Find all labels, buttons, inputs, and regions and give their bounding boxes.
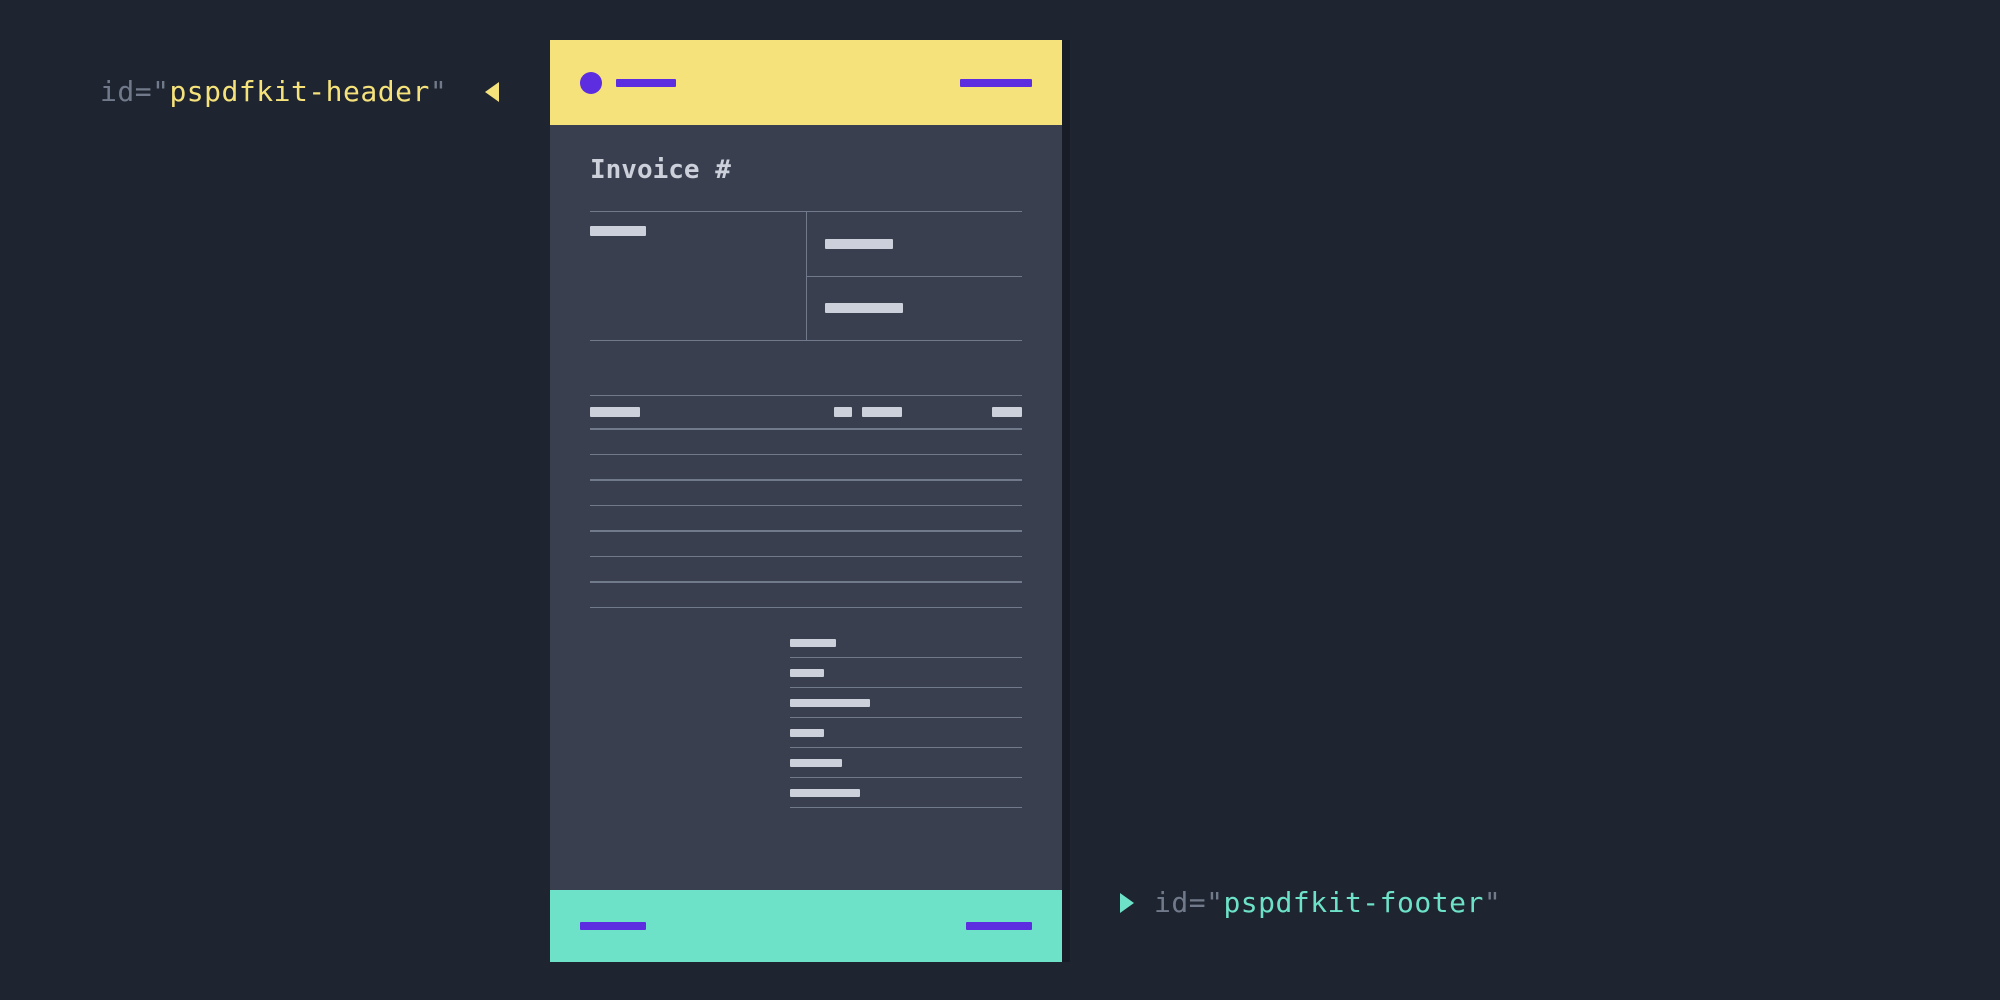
text-placeholder <box>834 407 852 417</box>
text-placeholder <box>790 789 860 797</box>
attr-key: id <box>100 75 135 108</box>
row-divider <box>590 607 1022 609</box>
row-divider <box>590 428 1022 430</box>
summary-row <box>790 778 1022 808</box>
summary-row <box>790 658 1022 688</box>
meta-left-cell <box>590 212 806 340</box>
arrow-right-icon <box>1120 893 1134 913</box>
row-divider <box>590 454 1022 456</box>
quote-open: " <box>152 75 169 108</box>
text-placeholder <box>992 407 1022 417</box>
line-items-table <box>590 395 1022 808</box>
equals-sign: = <box>1189 886 1206 919</box>
quote-close: " <box>1484 886 1501 919</box>
invoice-meta-block <box>590 211 1022 341</box>
meta-cell <box>807 212 1023 276</box>
text-placeholder <box>862 407 902 417</box>
logo-dot-icon <box>580 72 602 94</box>
meta-right-column <box>806 212 1023 340</box>
text-placeholder <box>825 239 893 249</box>
header-id-annotation: id="pspdfkit-header" <box>100 75 499 108</box>
document-body: Invoice # <box>550 125 1062 890</box>
text-placeholder <box>825 303 903 313</box>
meta-cell <box>807 276 1023 341</box>
summary-row <box>790 748 1022 778</box>
invoice-document: Invoice # <box>550 40 1070 962</box>
text-placeholder <box>790 729 824 737</box>
footer-id-annotation: id="pspdfkit-footer" <box>1120 886 1501 919</box>
attr-value-footer: pspdfkit-footer <box>1223 886 1483 919</box>
text-placeholder <box>790 699 870 707</box>
text-placeholder <box>590 226 646 236</box>
document-footer-region <box>550 890 1062 962</box>
text-placeholder <box>790 639 836 647</box>
attr-key: id <box>1154 886 1189 919</box>
row-divider <box>590 505 1022 507</box>
footer-placeholder-bar <box>580 922 646 930</box>
document-header-region <box>550 40 1062 125</box>
equals-sign: = <box>135 75 152 108</box>
row-divider <box>590 556 1022 558</box>
text-placeholder <box>790 669 824 677</box>
arrow-left-icon <box>485 82 499 102</box>
header-logo-group <box>580 72 676 94</box>
summary-row <box>790 718 1022 748</box>
summary-row <box>790 628 1022 658</box>
row-divider <box>590 581 1022 583</box>
quote-open: " <box>1206 886 1223 919</box>
summary-row <box>790 688 1022 718</box>
attr-value-header: pspdfkit-header <box>169 75 429 108</box>
header-placeholder-bar <box>960 79 1032 87</box>
invoice-title: Invoice # <box>590 155 1022 185</box>
table-header-row <box>590 396 1022 428</box>
row-divider <box>590 479 1022 481</box>
quote-close: " <box>430 75 447 108</box>
header-placeholder-bar <box>616 79 676 87</box>
totals-summary <box>790 628 1022 808</box>
text-placeholder <box>590 407 640 417</box>
footer-placeholder-bar <box>966 922 1032 930</box>
row-divider <box>590 530 1022 532</box>
text-placeholder <box>790 759 842 767</box>
table-rows <box>590 428 1022 608</box>
